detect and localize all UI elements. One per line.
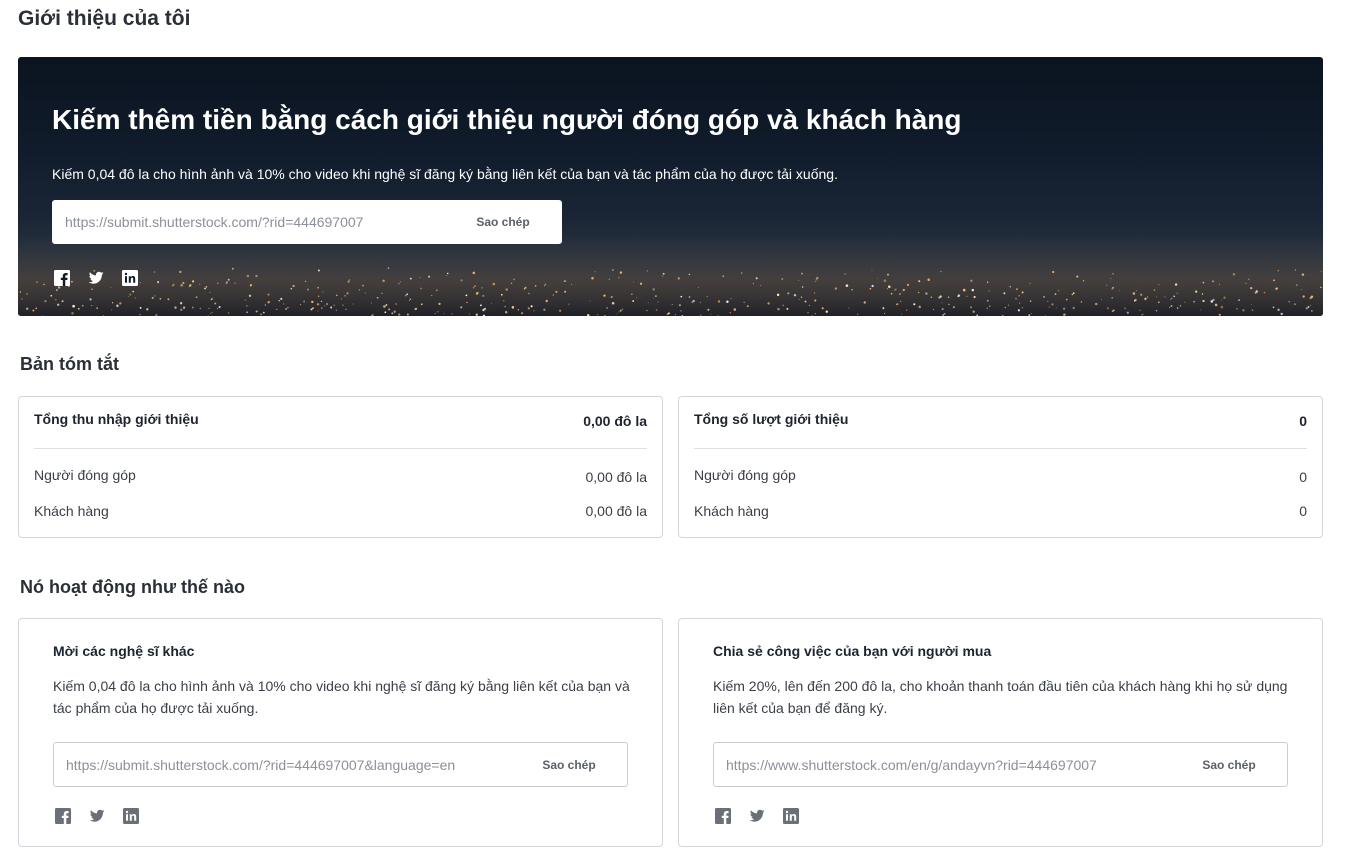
twitter-icon[interactable] [748,807,766,825]
earnings-row: Người đóng góp 0,00 đô la [34,467,647,485]
row-value: 0,00 đô la [585,469,648,485]
linkedin-icon[interactable] [121,269,139,287]
twitter-icon[interactable] [88,807,106,825]
buyers-referral-link: https://www.shutterstock.com/en/g/andayv… [713,742,1288,787]
hero-social-share [53,269,139,287]
referrals-row: Khách hàng 0 [694,503,1307,519]
row-label: Khách hàng [34,503,109,519]
facebook-icon[interactable] [54,807,72,825]
referrals-label: Tổng số lượt giới thiệu [694,411,849,427]
artists-copy-button[interactable]: Sao chép [511,758,627,772]
referrals-total: 0 [1299,413,1307,429]
artists-referral-link: https://submit.shutterstock.com/?rid=444… [53,742,628,787]
artists-social-share [54,807,140,825]
referrals-header: Tổng số lượt giới thiệu 0 [694,411,1307,449]
row-label: Người đóng góp [34,467,136,483]
earnings-header: Tổng thu nhập giới thiệu 0,00 đô la [34,411,647,449]
referrals-row: Người đóng góp 0 [694,467,1307,485]
linkedin-icon[interactable] [122,807,140,825]
hero-link-input[interactable]: https://submit.shutterstock.com/?rid=444… [53,214,445,230]
facebook-icon[interactable] [53,269,71,287]
page-title: Giới thiệu của tôi [18,7,191,30]
row-value: 0 [1299,469,1307,485]
buyers-copy-button[interactable]: Sao chép [1171,758,1287,772]
share-buyers-title: Chia sẻ công việc của bạn với người mua [713,643,992,659]
row-value: 0,00 đô la [585,503,648,519]
share-buyers-card: Chia sẻ công việc của bạn với người mua … [678,618,1323,847]
how-title: Nó hoạt động như thế nào [20,577,245,597]
row-value: 0 [1299,503,1307,519]
hero-title: Kiếm thêm tiền bằng cách giới thiệu ngườ… [52,104,962,135]
buyers-link-input[interactable]: https://www.shutterstock.com/en/g/andayv… [714,757,1171,773]
twitter-icon[interactable] [87,269,105,287]
referrals-card: Tổng số lượt giới thiệu 0 Người đóng góp… [678,396,1323,538]
invite-artists-description: Kiếm 0,04 đô la cho hình ảnh và 10% cho … [53,678,630,716]
hero-banner: Kiếm thêm tiền bằng cách giới thiệu ngườ… [18,57,1323,316]
artists-link-input[interactable]: https://submit.shutterstock.com/?rid=444… [54,757,511,773]
facebook-icon[interactable] [714,807,732,825]
buyers-social-share [714,807,800,825]
summary-title: Bản tóm tắt [20,354,119,374]
invite-artists-card: Mời các nghệ sĩ khác Kiếm 0,04 đô la cho… [18,618,663,847]
hero-copy-button[interactable]: Sao chép [445,215,561,229]
city-lights-image [18,246,1323,316]
share-buyers-description: Kiếm 20%, lên đến 200 đô la, cho khoản t… [713,678,1288,716]
hero-referral-link: https://submit.shutterstock.com/?rid=444… [52,200,562,244]
linkedin-icon[interactable] [782,807,800,825]
earnings-total: 0,00 đô la [583,413,647,429]
row-label: Khách hàng [694,503,769,519]
earnings-label: Tổng thu nhập giới thiệu [34,411,199,427]
earnings-card: Tổng thu nhập giới thiệu 0,00 đô la Ngườ… [18,396,663,538]
hero-description: Kiếm 0,04 đô la cho hình ảnh và 10% cho … [52,166,838,182]
earnings-row: Khách hàng 0,00 đô la [34,503,647,519]
row-label: Người đóng góp [694,467,796,483]
invite-artists-title: Mời các nghệ sĩ khác [53,643,195,659]
